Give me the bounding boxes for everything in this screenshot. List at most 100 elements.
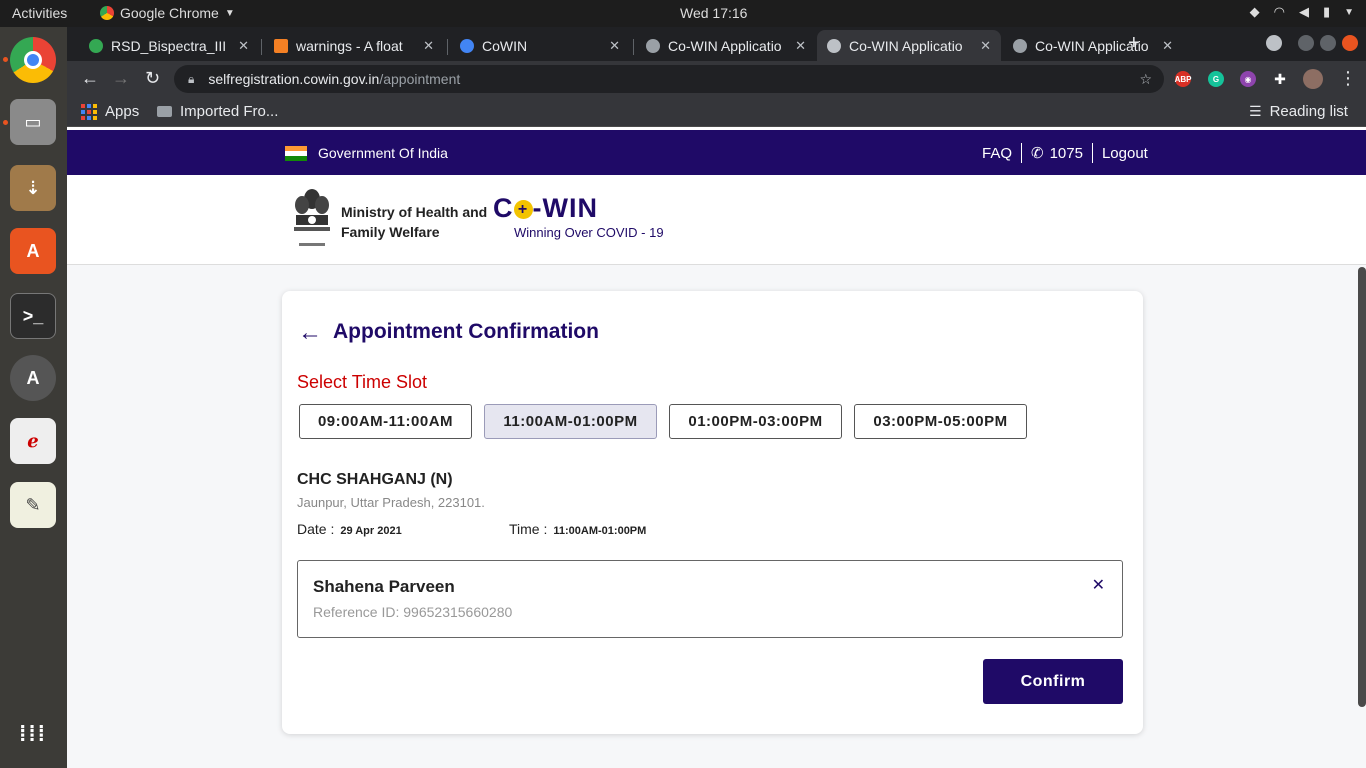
tab-title: CoWIN xyxy=(482,37,528,54)
beneficiary-box: Shahena Parveen Reference ID: 9965231566… xyxy=(297,560,1123,638)
logout-link[interactable]: Logout xyxy=(1102,145,1148,162)
beneficiary-name: Shahena Parveen xyxy=(313,577,455,596)
extension-icon[interactable]: ◉ xyxy=(1240,71,1256,87)
maximize-button[interactable] xyxy=(1320,35,1336,51)
time-slot-heading: Select Time Slot xyxy=(297,372,428,392)
tab-title: Co-WIN Applicatio xyxy=(849,37,963,54)
minimize-button[interactable] xyxy=(1298,35,1314,51)
clock[interactable]: Wed 17:16 xyxy=(680,5,747,21)
helpline-link[interactable]: 1075 xyxy=(1050,145,1083,162)
time-label: Time : xyxy=(509,521,548,537)
site-header: Ministry of Health and Family Welfare C +… xyxy=(67,175,1366,265)
date-label: Date : xyxy=(297,521,335,537)
back-arrow-icon[interactable]: ← xyxy=(298,319,322,347)
menu-icon[interactable]: ⋮ xyxy=(1339,68,1357,89)
reading-list-button[interactable]: ☰ Reading list xyxy=(1249,103,1348,120)
chevron-down-icon: ▼ xyxy=(1344,6,1354,18)
time-slot-option[interactable]: 03:00PM-05:00PM xyxy=(854,404,1027,439)
url-domain: selfregistration.cowin.gov.in xyxy=(208,71,380,87)
reference-id: Reference ID: 99652315660280 xyxy=(313,604,513,620)
page-title: Appointment Confirmation xyxy=(333,320,599,343)
files-icon[interactable]: ▭ xyxy=(10,99,56,145)
time-value: 11:00AM-01:00PM xyxy=(553,525,647,537)
running-indicator xyxy=(3,57,8,62)
dropbox-icon: ◆ xyxy=(1249,4,1260,19)
logo-tagline: Winning Over COVID - 19 xyxy=(514,225,664,240)
close-icon[interactable]: ✕ xyxy=(795,38,806,54)
tab-cowin-application-active[interactable]: Co-WIN Applicatio ✕ xyxy=(817,30,1001,61)
national-emblem-icon xyxy=(294,189,330,246)
forward-arrow-icon[interactable]: → xyxy=(112,68,130,89)
reload-icon[interactable]: ↻ xyxy=(145,68,160,89)
gov-label: Government Of India xyxy=(318,145,448,161)
logo-suffix: -WIN xyxy=(532,193,598,223)
close-icon[interactable]: ✕ xyxy=(1162,38,1173,54)
battery-icon: ▮ xyxy=(1322,4,1331,19)
close-window-button[interactable] xyxy=(1342,35,1358,51)
tab-cowin-application-1[interactable]: Co-WIN Applicatio ✕ xyxy=(636,30,816,61)
tab-cowin-application-3[interactable]: Co-WIN Applicatio ✕ xyxy=(1003,30,1183,61)
new-tab-button[interactable]: + xyxy=(1128,32,1140,55)
app-menu-label: Google Chrome xyxy=(120,5,219,21)
scrollbar[interactable] xyxy=(1358,267,1366,707)
center-address: Jaunpur, Uttar Pradesh, 223101. xyxy=(297,495,485,510)
volume-icon: ◀ xyxy=(1298,4,1309,19)
tab-warnings[interactable]: warnings - A float ✕ xyxy=(264,30,444,61)
tab-cowin[interactable]: CoWIN ✕ xyxy=(450,30,630,61)
appointment-time: Time : 11:00AM-01:00PM xyxy=(509,521,646,537)
system-tray[interactable]: ◆ ◠ ◀ ▮ ▼ xyxy=(1250,4,1354,20)
close-icon[interactable]: ✕ xyxy=(423,38,434,54)
reading-list-label: Reading list xyxy=(1269,103,1348,120)
grammarly-icon[interactable]: G xyxy=(1208,71,1224,87)
time-slot-option[interactable]: 09:00AM-11:00AM xyxy=(299,404,472,439)
window-controls xyxy=(1266,35,1358,51)
globe-icon xyxy=(827,38,841,53)
system-top-bar: Activities Google Chrome ▼ Wed 17:16 ◆ ◠… xyxy=(0,0,1366,27)
imported-folder[interactable]: Imported Fro... xyxy=(157,103,278,120)
globe-icon xyxy=(1013,38,1027,53)
appointment-date: Date : 29 Apr 2021 xyxy=(297,521,402,537)
puzzle-icon[interactable]: ✚ xyxy=(1272,71,1288,87)
browser-toolbar: ← → ↻ 🔒︎ selfregistration.cowin.gov.in/a… xyxy=(67,61,1366,97)
close-icon[interactable]: ✕ xyxy=(1092,575,1105,595)
close-icon[interactable]: ✕ xyxy=(980,38,991,54)
chrome-launcher-icon[interactable] xyxy=(10,37,56,83)
tab-favicon xyxy=(274,38,288,53)
terminal-icon[interactable]: >_ xyxy=(10,293,56,339)
india-flag-icon xyxy=(285,146,307,161)
cowin-logo[interactable]: C + -WIN xyxy=(493,193,598,224)
software-center-icon[interactable]: A xyxy=(10,228,56,274)
gov-bar: Government Of India FAQ ✆ 1075 Logout xyxy=(67,130,1366,175)
text-editor-icon[interactable]: ✎ xyxy=(10,482,56,528)
time-slot-option-selected[interactable]: 11:00AM-01:00PM xyxy=(484,404,657,439)
tab-rsd[interactable]: RSD_Bispectra_III ✕ xyxy=(79,30,259,61)
gov-bar-links: FAQ ✆ 1075 Logout xyxy=(982,143,1148,163)
phone-icon: ✆ xyxy=(1031,145,1044,162)
bookmark-star-icon[interactable]: ☆ xyxy=(1139,71,1152,88)
appointment-card: ← Appointment Confirmation Select Time S… xyxy=(282,291,1143,734)
date-value: 29 Apr 2021 xyxy=(340,525,402,537)
page-viewport: Government Of India FAQ ✆ 1075 Logout Mi… xyxy=(67,130,1366,768)
faq-link[interactable]: FAQ xyxy=(982,145,1012,162)
address-bar[interactable]: 🔒︎ selfregistration.cowin.gov.in/appoint… xyxy=(174,65,1164,93)
avatar[interactable] xyxy=(1303,69,1323,89)
document-viewer-icon[interactable]: ℯ xyxy=(10,418,56,464)
adblock-icon[interactable]: ABP xyxy=(1175,71,1191,87)
close-icon[interactable]: ✕ xyxy=(238,38,249,54)
archive-manager-icon[interactable]: ⇣ xyxy=(10,165,56,211)
show-applications-icon[interactable]: ⁞⁞⁞ xyxy=(10,711,56,757)
activities-button[interactable]: Activities xyxy=(12,5,67,21)
back-arrow-icon[interactable]: ← xyxy=(81,68,99,89)
app-menu[interactable]: Google Chrome ▼ xyxy=(100,5,235,21)
tab-search-icon[interactable] xyxy=(1266,35,1282,51)
software-updater-icon[interactable]: A xyxy=(10,355,56,401)
wifi-icon: ◠ xyxy=(1273,4,1285,19)
apps-bookmark[interactable]: Apps xyxy=(81,103,139,120)
logo-plus-icon: + xyxy=(513,200,533,220)
time-slot-option[interactable]: 01:00PM-03:00PM xyxy=(669,404,842,439)
confirm-button[interactable]: Confirm xyxy=(983,659,1123,704)
tab-title: warnings - A float xyxy=(296,37,403,54)
close-icon[interactable]: ✕ xyxy=(609,38,620,54)
ministry-line-2: Family Welfare xyxy=(341,224,440,240)
tab-strip: RSD_Bispectra_III ✕ warnings - A float ✕… xyxy=(67,27,1366,61)
